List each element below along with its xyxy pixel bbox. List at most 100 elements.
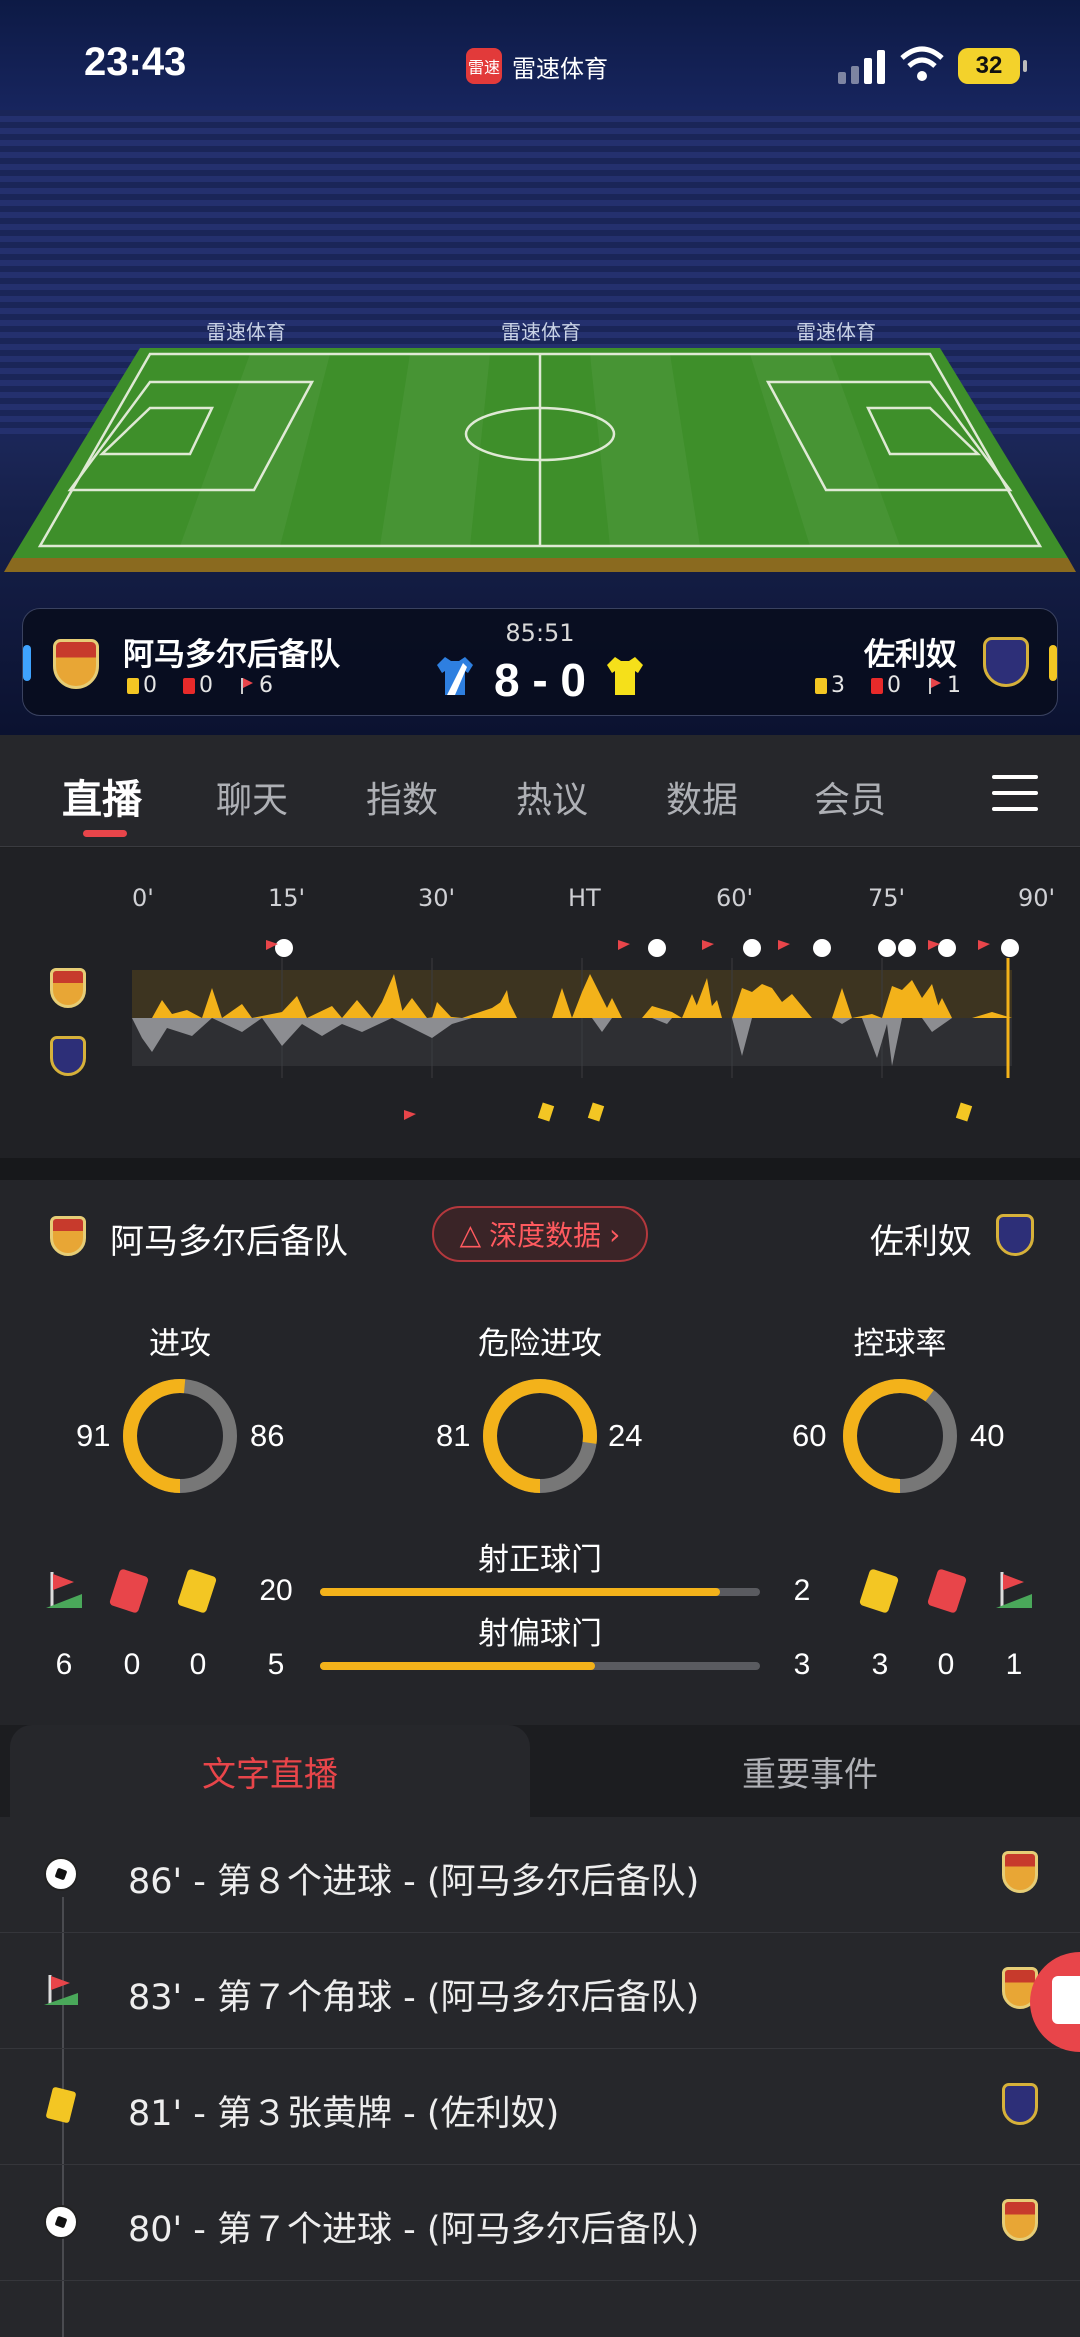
- battery-indicator: 32: [958, 48, 1027, 84]
- home-crest-icon: [1002, 2199, 1038, 2241]
- status-time: 23:43: [84, 40, 187, 84]
- tab-data[interactable]: 数据: [666, 771, 738, 823]
- edit-icon: [1052, 1976, 1080, 2024]
- menu-icon[interactable]: [992, 775, 1038, 811]
- active-tab-indicator: [83, 830, 127, 837]
- donut-label: 控球率: [853, 1326, 947, 1362]
- list-item[interactable]: 86' - 第８个进球 - (阿马多尔后备队): [0, 1817, 1080, 1933]
- match-timeline: 0' 15' 30' HT 60' 75' 90': [0, 848, 1080, 1158]
- shots-off-bar: [320, 1662, 760, 1670]
- sponsor-board: 雷速体育: [206, 319, 286, 344]
- away-corner-count: 1: [947, 673, 961, 698]
- possession-donut: [843, 1379, 957, 1493]
- away-red-count: 0: [887, 673, 901, 698]
- list-item[interactable]: 81' - 第３张黄牌 - (佐利奴): [0, 2049, 1080, 2165]
- goal-markers: [275, 939, 1019, 957]
- tab-text-live[interactable]: 文字直播: [10, 1725, 530, 1817]
- donut-away-value: 86: [250, 1418, 285, 1453]
- tab-live[interactable]: 直播: [62, 767, 142, 825]
- cellular-signal-icon: [838, 48, 885, 84]
- yellow-card-icon: [44, 2086, 78, 2124]
- donut-away-value: 24: [608, 1418, 643, 1453]
- app-logo-icon: 雷速: [466, 48, 502, 84]
- timeline-label: 60': [716, 884, 754, 912]
- wifi-icon: [900, 46, 944, 81]
- main-tabs: 直播 聊天 指数 热议 数据 会员: [0, 735, 1080, 847]
- red-card-icon: [108, 1568, 150, 1614]
- home-red-total: 0: [123, 1648, 141, 1681]
- timeline-label: 75': [868, 884, 906, 912]
- deep-data-button[interactable]: △ 深度数据 ›: [432, 1206, 648, 1262]
- corner-flag-icon: [46, 1572, 82, 1608]
- event-text: 80' - 第７个进球 - (阿马多尔后备队): [128, 2210, 700, 2250]
- timeline-label: 15': [268, 884, 306, 912]
- away-shirt-icon: [607, 657, 643, 695]
- yellow-card-icon: [176, 1568, 218, 1614]
- sponsor-board: 雷速体育: [796, 319, 876, 344]
- tab-odds[interactable]: 指数: [366, 771, 438, 823]
- away-crest-icon: [50, 1036, 86, 1076]
- away-red-total: 0: [937, 1648, 955, 1681]
- shots-on-home: 20: [259, 1574, 293, 1607]
- app-name-label: 雷速体育: [512, 54, 608, 83]
- tab-discussion[interactable]: 热议: [516, 771, 588, 823]
- red-card-icon: [926, 1568, 968, 1614]
- commentary-section: 文字直播 重要事件 86' - 第８个进球 - (阿马多尔后备队) 83' - …: [0, 1725, 1080, 2337]
- away-yellow-count: 3: [831, 673, 845, 698]
- away-card-counts: 3 0 1: [815, 673, 961, 698]
- sponsor-board: 雷速体育: [501, 319, 581, 344]
- home-corner-total: 6: [55, 1648, 73, 1681]
- status-bar: 23:43 雷速 雷速体育 32: [0, 0, 1080, 140]
- attack-donut: [123, 1379, 237, 1493]
- ball-icon: [44, 1857, 78, 1891]
- away-yellow-total: 3: [871, 1648, 889, 1681]
- away-corner-total: 1: [1005, 1648, 1023, 1681]
- ball-icon: [44, 2205, 78, 2239]
- yellow-card-icon: [815, 677, 827, 694]
- home-yellow-total: 0: [189, 1648, 207, 1681]
- stadium-banner: 雷速体育 雷速体育 雷速体育 23:43 雷速 雷速体育 32 阿马多尔后备队 …: [0, 0, 1080, 735]
- home-crest-icon: [50, 968, 86, 1008]
- donut-home-value: 60: [792, 1418, 827, 1453]
- status-app-name: 雷速 雷速体育: [466, 48, 608, 84]
- dangerous-attack-donut: [483, 1379, 597, 1493]
- away-crest-icon[interactable]: [983, 637, 1029, 687]
- away-crest-icon: [1002, 2083, 1038, 2125]
- attack-momentum-graph: [132, 939, 1019, 1122]
- event-text: 81' - 第３张黄牌 - (佐利奴): [128, 2094, 560, 2134]
- home-crest-icon: [50, 1216, 86, 1256]
- section-divider: [0, 1158, 1080, 1180]
- corner-flag-icon: [927, 677, 943, 694]
- tab-member[interactable]: 会员: [814, 771, 886, 823]
- shots-on-bar: [320, 1588, 760, 1596]
- deep-data-label: 深度数据: [489, 1219, 602, 1252]
- warning-triangle-icon: △: [459, 1217, 482, 1251]
- donut-home-value: 91: [76, 1418, 111, 1453]
- list-item[interactable]: 80' - 第７个进球 - (阿马多尔后备队): [0, 2165, 1080, 2281]
- stats-home-name: 阿马多尔后备队: [110, 1222, 348, 1262]
- shots-on-away: 2: [793, 1574, 811, 1607]
- donut-home-value: 81: [436, 1418, 471, 1453]
- away-crest-icon: [996, 1214, 1034, 1256]
- corner-flag-icon: [996, 1572, 1032, 1608]
- event-text: 86' - 第８个进球 - (阿马多尔后备队): [128, 1862, 700, 1902]
- away-team-name[interactable]: 佐利奴: [864, 629, 957, 674]
- red-card-icon: [871, 677, 883, 694]
- bar-label: 射正球门: [478, 1542, 602, 1578]
- home-crest-icon: [1002, 1851, 1038, 1893]
- yellow-card-icon: [858, 1568, 900, 1614]
- donut-away-value: 40: [970, 1418, 1005, 1453]
- tab-chat[interactable]: 聊天: [216, 771, 288, 823]
- list-item[interactable]: 83' - 第７个角球 - (阿马多尔后备队): [0, 1933, 1080, 2049]
- score-bar[interactable]: 阿马多尔后备队 0 0 6 85:51 8 - 0 佐利奴 3 0 1: [22, 608, 1058, 716]
- timeline-label: 90': [1018, 884, 1056, 912]
- chevron-right-icon: ›: [609, 1217, 621, 1251]
- donut-label: 危险进攻: [478, 1326, 602, 1362]
- donut-label: 进攻: [149, 1326, 211, 1362]
- event-feed: 86' - 第８个进球 - (阿马多尔后备队) 83' - 第７个角球 - (阿…: [0, 1817, 1080, 2337]
- event-text: 83' - 第７个角球 - (阿马多尔后备队): [128, 1978, 700, 2018]
- tab-key-events[interactable]: 重要事件: [540, 1725, 1080, 1817]
- timeline-label: 0': [132, 884, 154, 912]
- bar-label: 射偏球门: [478, 1616, 602, 1652]
- shots-off-away: 3: [793, 1648, 811, 1681]
